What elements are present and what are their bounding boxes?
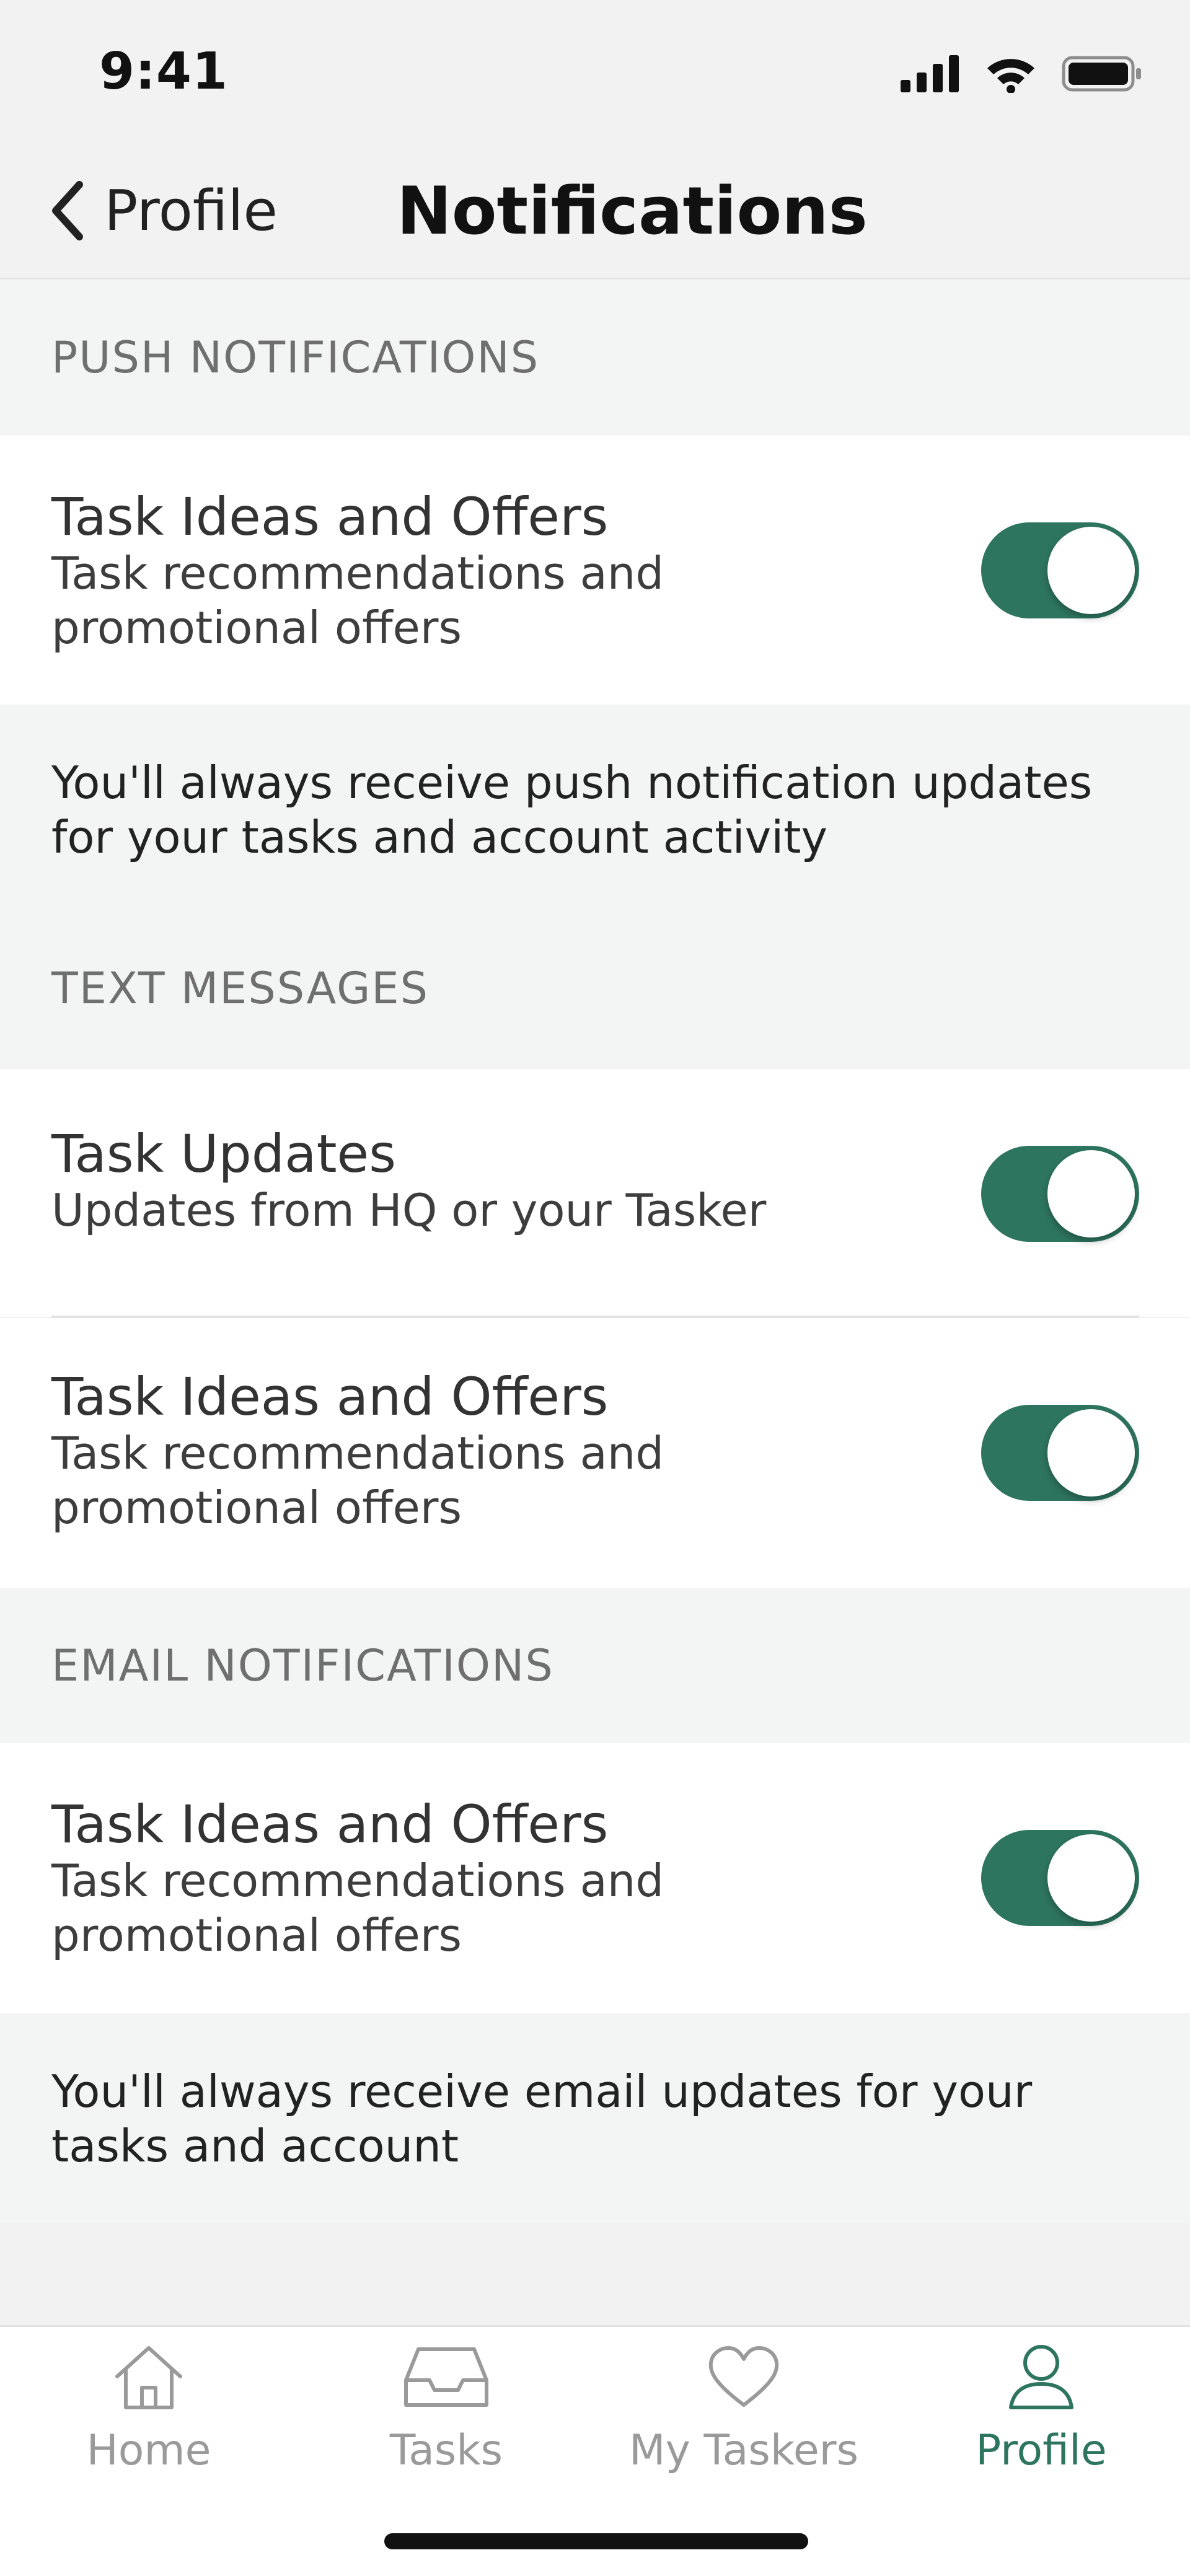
- navigation-bar: Profile Notifications: [0, 146, 1190, 279]
- email-task-ideas-toggle[interactable]: [981, 1830, 1139, 1926]
- row-subtitle: Updates from HQ or your Tasker: [51, 1184, 767, 1236]
- tab-tasks[interactable]: Tasks: [298, 2341, 595, 2526]
- section-header-email: EMAIL NOTIFICATIONS: [0, 1588, 1190, 1743]
- row-subtitle: Task recommendations and promotional off…: [51, 547, 664, 654]
- battery-icon: [1062, 56, 1141, 92]
- row-title: Task Ideas and Offers: [51, 1366, 609, 1427]
- tab-label: Home: [86, 2426, 211, 2475]
- row-title: Task Updates: [51, 1123, 396, 1184]
- row-subtitle: Task recommendations and promotional off…: [51, 1427, 664, 1534]
- section-header-push: PUSH NOTIFICATIONS: [0, 279, 1190, 436]
- email-task-ideas-row: Task Ideas and Offers Task recommendatio…: [0, 1743, 1190, 2013]
- text-task-updates-row: Task Updates Updates from HQ or your Tas…: [0, 1069, 1190, 1317]
- push-task-ideas-row: Task Ideas and Offers Task recommendatio…: [0, 436, 1190, 705]
- status-time: 9:41: [99, 42, 228, 101]
- row-subtitle: Task recommendations and promotional off…: [51, 1855, 664, 1961]
- tab-label: My Taskers: [628, 2426, 859, 2475]
- email-info-note: You'll always receive email updates for …: [0, 2013, 1190, 2223]
- back-button[interactable]: Profile: [50, 170, 278, 251]
- tab-home[interactable]: Home: [0, 2341, 298, 2526]
- status-icons: [901, 55, 1144, 93]
- page-title: Notifications: [397, 172, 868, 249]
- person-icon: [1009, 2345, 1073, 2409]
- back-label: Profile: [104, 178, 278, 244]
- inbox-icon: [404, 2347, 488, 2407]
- push-task-ideas-toggle[interactable]: [981, 522, 1139, 618]
- tab-label: Profile: [976, 2426, 1107, 2475]
- text-task-ideas-toggle[interactable]: [981, 1405, 1139, 1501]
- text-task-ideas-row: Task Ideas and Offers Task recommendatio…: [0, 1318, 1190, 1588]
- tab-label: Tasks: [389, 2426, 503, 2475]
- wifi-icon: [987, 59, 1034, 93]
- row-title: Task Ideas and Offers: [51, 1794, 609, 1855]
- chevron-left-icon: [52, 181, 83, 240]
- tab-profile[interactable]: Profile: [892, 2341, 1190, 2526]
- heart-icon: [708, 2346, 779, 2407]
- status-bar: 9:41: [0, 0, 1190, 146]
- home-indicator: [384, 2533, 808, 2549]
- row-title: Task Ideas and Offers: [51, 486, 609, 547]
- cellular-signal-icon: [901, 55, 959, 92]
- text-task-updates-toggle[interactable]: [981, 1146, 1139, 1242]
- home-icon: [115, 2346, 182, 2409]
- tab-my-taskers[interactable]: My Taskers: [595, 2341, 892, 2526]
- section-header-text: TEXT MESSAGES: [0, 908, 1190, 1069]
